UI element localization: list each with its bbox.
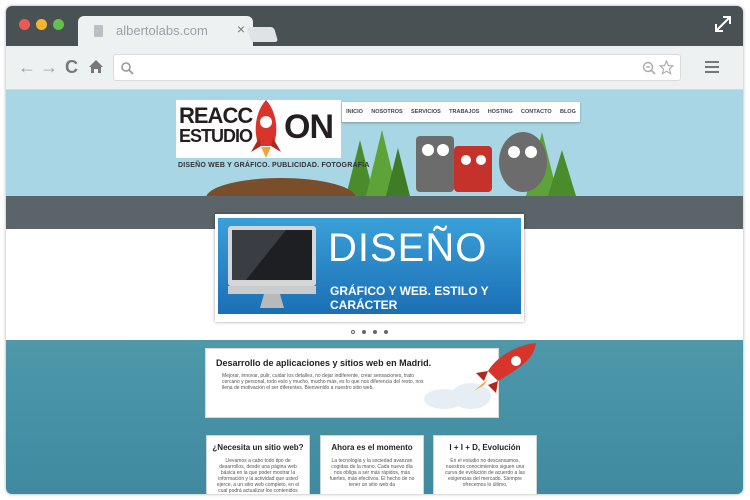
site-nav-trabajos[interactable]: TRABAJOS [449, 109, 479, 115]
tab-title: albertolabs.com [116, 23, 208, 38]
site-nav-servicios[interactable]: SERVICIOS [411, 109, 441, 115]
browser-toolbar: ← → C [6, 46, 743, 90]
browser-window: albertolabs.com × ← → C REACC ESTUDIO ON… [6, 6, 743, 494]
slider-pagination [351, 330, 388, 334]
card-evolucion: I + I + D, Evolución En el estudio no de… [433, 435, 537, 494]
search-icon [121, 62, 134, 75]
card-title: ¿Necesita un sitio web? [212, 443, 304, 452]
site-logo[interactable]: REACC ESTUDIO ON [176, 100, 341, 158]
home-icon[interactable] [88, 59, 104, 74]
forest-illustration [346, 130, 576, 196]
rocket-illustration-icon [474, 343, 536, 393]
card-text: En el estudio no descansamos, nuestros c… [444, 458, 526, 488]
minimize-window-button[interactable] [36, 19, 47, 30]
address-bar[interactable] [113, 54, 681, 81]
site-nav-contacto[interactable]: CONTACTO [521, 109, 552, 115]
slide-dot-1[interactable] [351, 330, 355, 334]
site-nav-inicio[interactable]: INICIO [346, 109, 363, 115]
computer-monitor-icon [228, 226, 316, 308]
banner-diseno: DISEÑO GRÁFICO Y WEB. ESTILO Y CARÁCTER [218, 218, 521, 314]
banner-title: DISEÑO [328, 226, 488, 270]
webpage: REACC ESTUDIO ON DISEÑO WEB Y GRÁFICO. P… [6, 90, 743, 494]
zoom-icon[interactable] [642, 61, 656, 75]
banner-subtitle: GRÁFICO Y WEB. ESTILO Y CARÁCTER [330, 284, 489, 312]
title-bar: albertolabs.com × [6, 6, 743, 46]
card-title: I + I + D, Evolución [449, 443, 521, 452]
rocket-icon [251, 100, 281, 158]
fullscreen-icon[interactable] [714, 15, 732, 33]
site-nav-nosotros[interactable]: NOSOTROS [371, 109, 402, 115]
slide-dot-4[interactable] [384, 330, 388, 334]
card-text: Llevamos a cabo todo tipo de desarrollos… [216, 458, 300, 494]
back-arrow-icon[interactable]: ← [18, 58, 36, 76]
intro-box: Desarrollo de aplicaciones y sitios web … [205, 343, 536, 418]
tab-albertolabs[interactable]: albertolabs.com × [78, 16, 253, 46]
bookmark-star-icon[interactable] [659, 60, 674, 75]
intro-title: Desarrollo de aplicaciones y sitios web … [216, 358, 432, 368]
card-title: Ahora es el momento [331, 443, 413, 452]
tab-close-icon[interactable]: × [237, 21, 245, 37]
site-header: REACC ESTUDIO ON DISEÑO WEB Y GRÁFICO. P… [6, 90, 743, 218]
close-window-button[interactable] [19, 19, 30, 30]
new-tab-button[interactable] [246, 27, 279, 42]
reload-icon[interactable]: C [65, 58, 78, 76]
site-nav-blog[interactable]: BLOG [560, 109, 576, 115]
forward-arrow-icon[interactable]: → [40, 58, 58, 76]
site-nav: INICIO NOSOTROS SERVICIOS TRABAJOS HOSTI… [342, 102, 580, 122]
site-tagline: DISEÑO WEB Y GRÁFICO. PUBLICIDAD. FOTOGR… [178, 162, 370, 169]
card-text: La tecnología y la sociedad avanzan cogi… [329, 458, 415, 488]
card-ahora-es-el-momento: Ahora es el momento La tecnología y la s… [320, 435, 424, 494]
page-icon [94, 25, 103, 37]
slide-dot-2[interactable] [362, 330, 366, 334]
maximize-window-button[interactable] [53, 19, 64, 30]
menu-icon[interactable] [705, 61, 719, 73]
card-necesita-sitio-web: ¿Necesita un sitio web? Llevamos a cabo … [206, 435, 310, 494]
slide-dot-3[interactable] [373, 330, 377, 334]
hero-slider[interactable]: DISEÑO GRÁFICO Y WEB. ESTILO Y CARÁCTER [215, 214, 524, 322]
intro-text: Mejorar, innovar, pulir, cuidar los deta… [222, 373, 424, 391]
site-nav-hosting[interactable]: HOSTING [488, 109, 513, 115]
